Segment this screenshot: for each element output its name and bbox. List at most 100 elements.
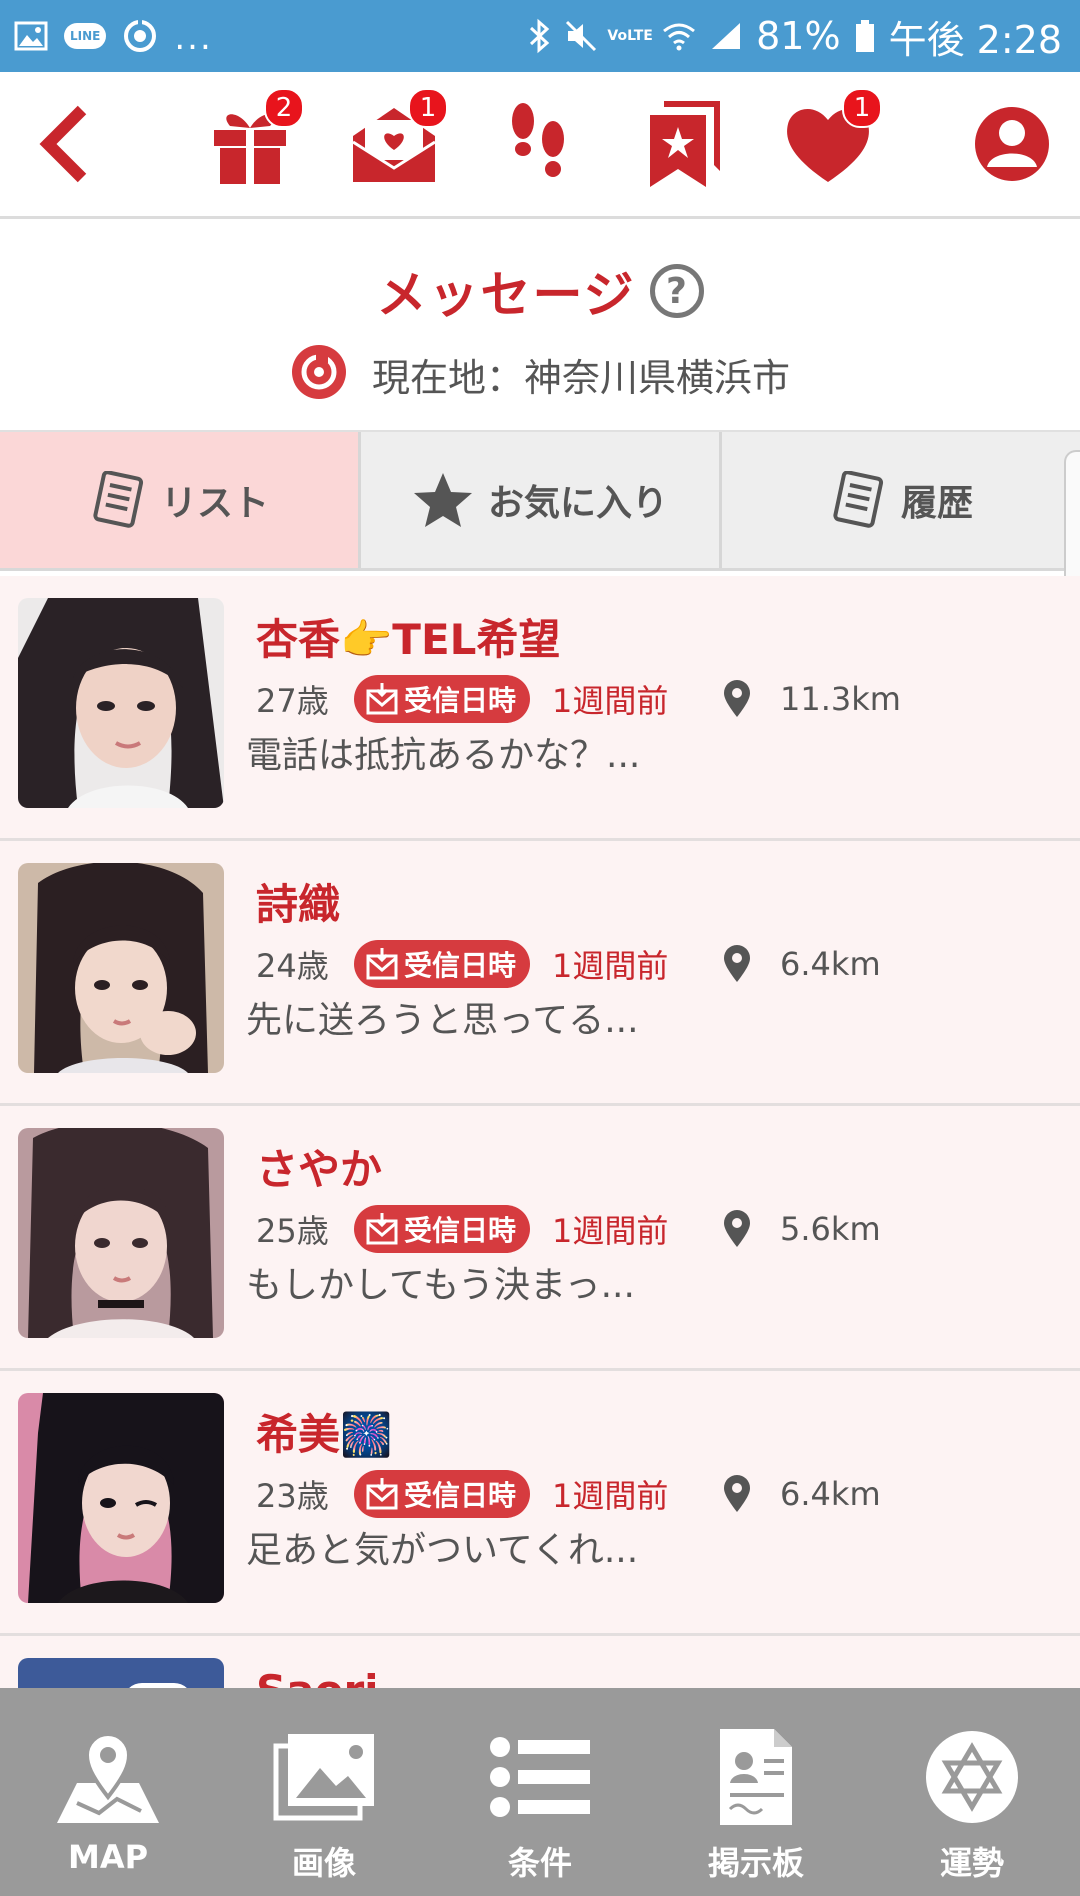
more-notifications: ...	[174, 18, 213, 58]
distance: 11.3km	[780, 680, 901, 718]
volte-icon: VoLTE	[607, 28, 653, 44]
refresh-location-icon[interactable]	[290, 343, 348, 405]
bottom-nav: MAP 画像 条件 掲示板 運勢	[0, 1688, 1080, 1896]
avatar[interactable]	[18, 1658, 224, 1688]
images-icon	[273, 1734, 374, 1821]
message-meta: 25歳 受信日時 1週間前 5.6km	[256, 1204, 881, 1254]
mail-button[interactable]: 1	[344, 88, 448, 194]
received-badge: 受信日時	[354, 675, 531, 723]
nav-map[interactable]: MAP	[0, 1688, 216, 1896]
nav-images-label: 画像	[291, 1844, 356, 1882]
message-row[interactable]: Saori	[0, 1636, 1080, 1688]
message-list: 杏香👉TEL希望 27歳 受信日時 1週間前 11.3km 電話は抵抗あるかな？…	[0, 576, 1080, 1688]
nav-fortune-label: 運勢	[939, 1844, 1004, 1882]
distance: 5.6km	[780, 1210, 881, 1248]
message-preview: もしかしてもう決まっ...	[246, 1265, 635, 1306]
avatar[interactable]	[18, 598, 224, 808]
mute-icon	[564, 19, 598, 53]
top-nav: 2 1 1	[0, 72, 1080, 219]
received-mail-icon	[366, 1213, 398, 1245]
distance: 6.4km	[780, 1475, 881, 1513]
tab-favorites[interactable]: お気に入り	[358, 432, 719, 568]
footprints-icon	[512, 103, 564, 177]
message-meta: 27歳 受信日時 1週間前 11.3km	[256, 674, 901, 724]
gifts-badge: 2	[264, 88, 304, 128]
message-tabs: リスト お気に入り 履歴	[0, 430, 1080, 571]
nav-bulletin-board[interactable]: 掲示板	[648, 1688, 864, 1896]
message-preview: 電話は抵抗あるかな？...	[246, 735, 641, 776]
back-arrow-icon	[39, 105, 87, 183]
nav-fortune[interactable]: 運勢	[864, 1688, 1080, 1896]
sender-name: 詩織	[256, 880, 341, 929]
sender-age: 23歳	[256, 1477, 329, 1515]
sender-name: 希美🎆	[256, 1410, 393, 1459]
message-row[interactable]: さやか 25歳 受信日時 1週間前 5.6km もしかしてもう決まっ...	[0, 1106, 1080, 1371]
message-preview: 先に送ろうと思ってる...	[246, 1000, 639, 1041]
message-row[interactable]: 詩織 24歳 受信日時 1週間前 6.4km 先に送ろうと思ってる...	[0, 841, 1080, 1106]
conditions-list-icon	[490, 1737, 590, 1817]
likes-button[interactable]: 1	[778, 88, 882, 194]
location-pin-icon	[722, 1209, 762, 1249]
location-pin-icon	[722, 1474, 762, 1514]
nav-conditions-label: 条件	[507, 1844, 572, 1882]
nav-images[interactable]: 画像	[216, 1688, 432, 1896]
received-time: 1週間前	[552, 1477, 669, 1515]
map-icon	[57, 1732, 159, 1823]
received-badge-label: 受信日時	[404, 1214, 517, 1247]
current-location: 現在地：神奈川県横浜市	[371, 355, 790, 400]
avatar[interactable]	[18, 1128, 224, 1338]
message-meta: 24歳 受信日時 1週間前 6.4km	[256, 939, 881, 989]
mail-badge: 1	[408, 88, 448, 128]
bookmarks-button[interactable]	[634, 94, 734, 194]
tab-history[interactable]: 履歴	[719, 432, 1080, 568]
wifi-icon	[662, 21, 696, 51]
received-badge: 受信日時	[354, 1205, 531, 1253]
received-time: 1週間前	[552, 682, 669, 720]
sender-name: さやか	[256, 1145, 383, 1194]
bookmark-star-icon	[650, 101, 720, 187]
received-mail-icon	[366, 683, 398, 715]
likes-badge: 1	[842, 88, 882, 128]
gallery-notification-icon	[14, 21, 48, 51]
battery-icon	[855, 19, 875, 53]
message-row[interactable]: 杏香👉TEL希望 27歳 受信日時 1週間前 11.3km 電話は抵抗あるかな？…	[0, 576, 1080, 841]
user-icon	[975, 107, 1049, 181]
nav-map-label: MAP	[67, 1838, 149, 1876]
distance: 6.4km	[780, 945, 881, 983]
tab-list-label: リスト	[160, 483, 269, 524]
received-badge-label: 受信日時	[404, 684, 517, 717]
received-mail-icon	[366, 1478, 398, 1510]
help-icon[interactable]: ?	[649, 264, 704, 318]
received-time: 1週間前	[552, 947, 669, 985]
tab-history-label: 履歴	[900, 483, 973, 524]
history-icon	[833, 471, 884, 528]
received-badge-label: 受信日時	[404, 949, 517, 982]
page-header: メッセージ ? 現在地：神奈川県横浜市	[0, 219, 1080, 427]
avatar[interactable]	[18, 863, 224, 1073]
status-bar: LINE ... VoLTE 81% 午後 2:28	[0, 0, 1080, 72]
back-button[interactable]	[14, 94, 114, 194]
signal-icon	[710, 21, 742, 51]
message-meta: 23歳 受信日時 1週間前 6.4km	[256, 1469, 881, 1519]
profile-button[interactable]	[962, 94, 1062, 194]
clock: 午後 2:28	[888, 17, 1062, 62]
message-row[interactable]: 希美🎆 23歳 受信日時 1週間前 6.4km 足あと気がついてくれ...	[0, 1371, 1080, 1636]
list-icon	[93, 471, 144, 528]
sender-name: 杏香👉TEL希望	[256, 615, 561, 664]
footprints-button[interactable]	[488, 94, 588, 194]
line-notification-icon: LINE	[64, 23, 107, 49]
received-mail-icon	[366, 948, 398, 980]
page-title: メッセージ	[376, 266, 636, 324]
received-badge-label: 受信日時	[404, 1479, 517, 1512]
nav-bulletin-board-label: 掲示板	[707, 1844, 804, 1882]
sender-age: 27歳	[256, 682, 329, 720]
tab-favorites-label: お気に入り	[487, 483, 668, 524]
bluetooth-icon	[528, 18, 550, 54]
tab-list[interactable]: リスト	[0, 432, 358, 568]
received-time: 1週間前	[552, 1212, 669, 1250]
sender-age: 24歳	[256, 947, 329, 985]
nav-conditions[interactable]: 条件	[432, 1688, 648, 1896]
received-badge: 受信日時	[354, 1470, 531, 1518]
avatar[interactable]	[18, 1393, 224, 1603]
gifts-button[interactable]: 2	[200, 88, 304, 194]
